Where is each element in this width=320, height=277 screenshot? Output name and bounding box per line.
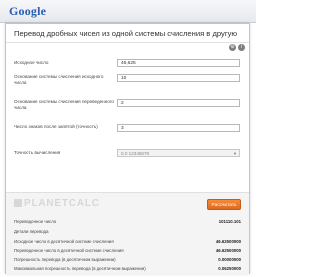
- source-number-label: Исходное число: [14, 60, 49, 65]
- calculate-button[interactable]: Рассчитать: [207, 199, 241, 210]
- info-icon[interactable]: i: [238, 44, 245, 51]
- converted-number-label: Переведенное число: [14, 219, 57, 224]
- result-row-label: Максимальная погрешность перевода (в дес…: [14, 266, 146, 271]
- browser-toolbar: Google: [0, 0, 256, 23]
- settings-icon[interactable]: ⚙: [229, 44, 236, 51]
- planetcalc-logo: PLANETCALC: [14, 198, 100, 209]
- result-row-label: Исходное число в десятичной системе счис…: [14, 239, 114, 244]
- planetcalc-mark-icon: [14, 199, 22, 207]
- calculator-title: Перевод дробных чисел из одной системы с…: [14, 29, 238, 38]
- result-row-value: 0.06250000: [218, 266, 241, 271]
- fraction-digits-input[interactable]: 3: [117, 124, 240, 132]
- source-base-input[interactable]: 10: [117, 74, 240, 82]
- chevron-down-icon: ▼: [233, 151, 237, 156]
- title-divider: [6, 42, 249, 43]
- result-row-label: Переведенное число в десятичной системе …: [14, 248, 124, 253]
- precision-label: Точность вычисления: [14, 150, 61, 155]
- source-number-input[interactable]: 46,625: [117, 59, 240, 67]
- target-base-input[interactable]: 2: [117, 99, 240, 107]
- calculator-panel: Перевод дробных чисел из одной системы с…: [5, 23, 250, 274]
- fraction-digits-label: Число знаков после запятой (точность): [14, 124, 98, 129]
- result-row-value: 0.00000000: [218, 257, 241, 262]
- result-row-value: 46.62500000: [215, 248, 241, 253]
- precision-select[interactable]: 0.0 12345678 ▼: [117, 149, 240, 157]
- google-logo[interactable]: Google: [9, 4, 46, 19]
- results-area: PLANETCALC Рассчитать Переведенное число…: [6, 192, 249, 274]
- converted-number-value: 101110.101: [218, 219, 241, 224]
- details-heading: Детали перевода: [14, 229, 49, 234]
- result-row-value: 46.62500000: [215, 239, 241, 244]
- target-base-label: Основание системы счисления переведенног…: [14, 99, 114, 110]
- source-base-label: Основание системы счисления исходного чи…: [14, 74, 104, 85]
- precision-value: 0.0 12345678: [121, 151, 150, 156]
- result-row-label: Погрешность перевода (в десятичном выраж…: [14, 257, 116, 262]
